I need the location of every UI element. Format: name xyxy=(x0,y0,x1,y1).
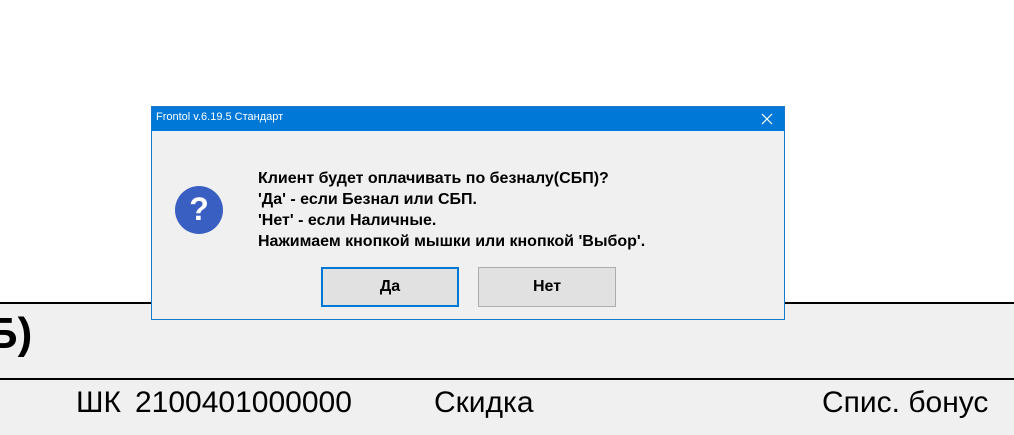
dialog-title: Frontol v.6.19.5 Стандарт xyxy=(156,111,284,123)
close-button[interactable] xyxy=(750,107,784,131)
background-heading: Б) xyxy=(0,309,33,358)
yes-button[interactable]: Да xyxy=(321,267,459,307)
dialog-titlebar[interactable]: Frontol v.6.19.5 Стандарт xyxy=(152,107,784,131)
dialog-message: Клиент будет оплачивать по безналу(СБП)?… xyxy=(258,168,645,252)
barcode-label: ШК xyxy=(76,386,121,419)
message-line: Клиент будет оплачивать по безналу(СБП)? xyxy=(258,170,609,187)
background-divider xyxy=(0,378,1014,380)
bonus-label: Спис. бонус xyxy=(822,386,989,419)
message-line: 'Нет' - если Наличные. xyxy=(258,212,437,229)
message-line: Нажимаем кнопкой мышки или кнопкой 'Выбо… xyxy=(258,233,646,250)
message-line: 'Да' - если Безнал или СБП. xyxy=(258,191,477,208)
confirm-dialog: Frontol v.6.19.5 Стандарт ? Клиент будет… xyxy=(151,106,785,320)
svg-text:?: ? xyxy=(189,191,209,227)
discount-label: Скидка xyxy=(434,386,534,419)
close-icon xyxy=(761,113,773,125)
no-button[interactable]: Нет xyxy=(478,267,616,307)
barcode-value: 2100401000000 xyxy=(135,386,352,419)
question-icon: ? xyxy=(175,186,223,234)
